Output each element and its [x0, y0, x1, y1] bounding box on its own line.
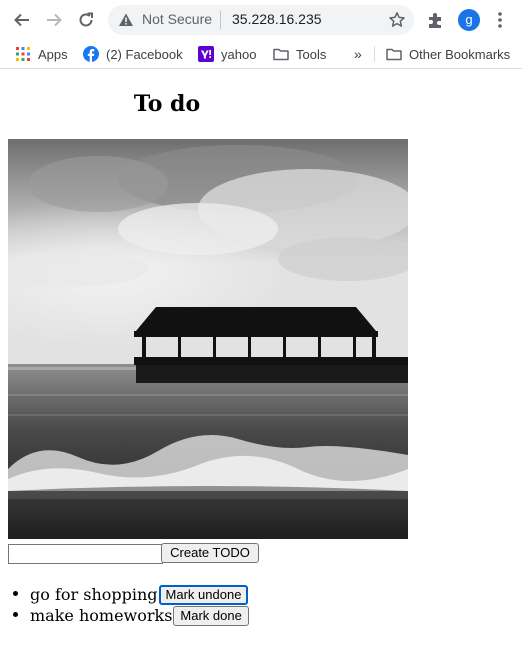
browser-toolbar: Not Secure 35.228.16.235 g: [0, 0, 522, 40]
other-bookmarks-folder[interactable]: Other Bookmarks: [386, 44, 510, 64]
mark-done-button[interactable]: Mark done: [173, 605, 249, 626]
bookmarks-bar: Apps (2) Facebook yahoo Tools » Other Bo…: [0, 40, 522, 69]
reload-button[interactable]: [74, 8, 98, 32]
facebook-icon: [83, 46, 99, 62]
bookmark-label: yahoo: [221, 46, 257, 62]
bookmark-label: Tools: [296, 46, 327, 62]
todo-item: make homeworksMark done: [30, 604, 249, 626]
address-divider: [220, 11, 221, 29]
forward-arrow-icon: [47, 13, 62, 27]
reload-icon: [79, 12, 93, 27]
bookmark-tools-folder[interactable]: Tools: [273, 44, 326, 64]
url-text[interactable]: 35.228.16.235: [232, 11, 322, 27]
security-status-label[interactable]: Not Secure: [142, 11, 212, 27]
bookmarks-divider: [374, 46, 375, 62]
bookmark-apps[interactable]: Apps: [15, 44, 68, 64]
folder-icon: [386, 46, 402, 62]
bookmark-label: Other Bookmarks: [409, 46, 511, 62]
todo-text-input[interactable]: [8, 544, 163, 564]
profile-avatar[interactable]: g: [458, 9, 480, 31]
bookmark-label: Apps: [38, 46, 68, 62]
address-bar[interactable]: Not Secure 35.228.16.235: [108, 5, 414, 35]
more-menu-icon[interactable]: [492, 10, 508, 30]
folder-icon: [273, 46, 289, 62]
back-button[interactable]: [10, 8, 34, 32]
bookmark-label: (2) Facebook: [106, 46, 183, 62]
forward-button[interactable]: [42, 8, 66, 32]
bookmark-star-icon[interactable]: [388, 11, 406, 29]
todo-text: go for shopping: [30, 585, 158, 604]
todo-item: go for shoppingMark undone: [30, 583, 249, 605]
overflow-chevron-icon: »: [354, 46, 362, 62]
apps-grid-icon: [15, 46, 31, 62]
back-arrow-icon: [14, 13, 29, 27]
bookmark-yahoo[interactable]: yahoo: [198, 44, 256, 64]
bookmarks-overflow-button[interactable]: »: [354, 44, 362, 64]
page-content: To do Create TODO • go for shopping Mark…: [0, 69, 522, 651]
yahoo-icon: [198, 46, 214, 62]
pier-photo: [8, 139, 408, 539]
extensions-puzzle-icon[interactable]: [426, 10, 446, 30]
create-todo-button[interactable]: Create TODO: [161, 543, 259, 563]
page-title: To do: [133, 91, 201, 117]
warning-triangle-icon: [119, 13, 133, 26]
todo-list: go for shoppingMark undone make homework…: [0, 583, 249, 626]
mark-undone-button[interactable]: Mark undone: [158, 584, 249, 605]
todo-text: make homeworks: [30, 606, 173, 625]
bookmark-facebook[interactable]: (2) Facebook: [83, 44, 183, 64]
